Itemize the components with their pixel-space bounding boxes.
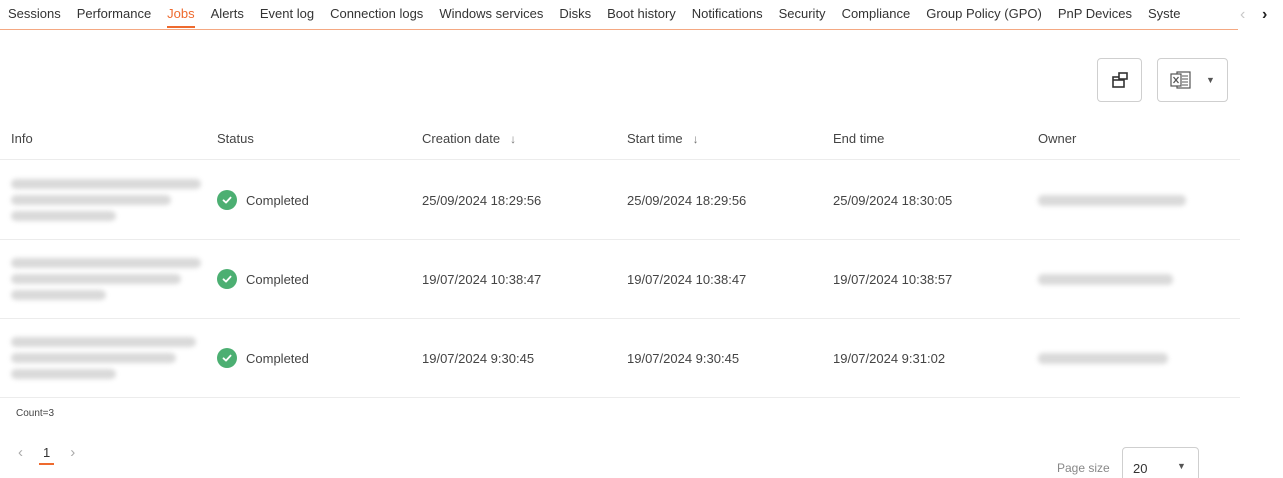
- tab-windows-services[interactable]: Windows services: [439, 6, 543, 28]
- pagination: ‹ 1 ›: [18, 444, 75, 465]
- column-header-label: End time: [833, 131, 885, 146]
- start-time-cell: 19/07/2024 10:38:47: [627, 240, 817, 318]
- start-time-text: 19/07/2024 10:38:47: [627, 271, 747, 287]
- end-time-text: 19/07/2024 9:31:02: [833, 350, 946, 366]
- column-header-start-time[interactable]: Start time ↓: [627, 118, 817, 159]
- redacted-info: [11, 179, 201, 221]
- redacted-text: [11, 274, 181, 284]
- column-header-info[interactable]: Info: [11, 118, 206, 159]
- tab-performance[interactable]: Performance: [77, 6, 151, 28]
- column-header-creation-date[interactable]: Creation date ↓: [422, 118, 612, 159]
- status-text: Completed: [246, 192, 309, 208]
- start-time-text: 19/07/2024 9:30:45: [627, 350, 740, 366]
- tab-notifications[interactable]: Notifications: [692, 6, 763, 28]
- sort-down-icon[interactable]: ↓: [510, 132, 516, 146]
- tab-security[interactable]: Security: [779, 6, 826, 28]
- end-time-cell: 19/07/2024 9:31:02: [833, 319, 1023, 397]
- status-text: Completed: [246, 271, 309, 287]
- redacted-text: [11, 337, 196, 347]
- table-header: Info Status Creation date ↓ Start time ↓…: [0, 118, 1240, 160]
- owner-cell: [1038, 161, 1228, 239]
- sort-down-icon[interactable]: ↓: [693, 132, 699, 146]
- table-row[interactable]: Completed 19/07/2024 9:30:45 19/07/2024 …: [0, 319, 1240, 398]
- external-window-icon: [1111, 72, 1128, 88]
- page-size-select[interactable]: 20 ▼: [1122, 447, 1199, 478]
- record-count: Count=3: [16, 408, 55, 419]
- column-header-label: Info: [11, 131, 33, 146]
- redacted-owner: [1038, 352, 1168, 364]
- status-text: Completed: [246, 350, 309, 366]
- column-header-status[interactable]: Status: [217, 118, 407, 159]
- page-size-value: 20: [1133, 461, 1148, 476]
- tab-event-log[interactable]: Event log: [260, 6, 314, 28]
- previous-page-icon[interactable]: ‹: [18, 444, 23, 461]
- check-circle-icon: [217, 269, 237, 289]
- tab-bar: Sessions Performance Jobs Alerts Event log Co…: [0, 0, 1238, 30]
- redacted-text: [11, 290, 106, 300]
- redacted-text: [11, 179, 201, 189]
- creation-date-text: 25/09/2024 18:29:56: [422, 192, 542, 208]
- column-header-label: Owner: [1038, 131, 1077, 146]
- redacted-owner: [1038, 194, 1186, 206]
- redacted-text: [11, 195, 171, 205]
- tab-list: Sessions Performance Jobs Alerts Event log Co…: [8, 6, 1197, 28]
- table-row[interactable]: Completed 25/09/2024 18:29:56 25/09/2024…: [0, 161, 1240, 240]
- page-size-label: Page size: [1057, 461, 1110, 475]
- start-time-text: 25/09/2024 18:29:56: [627, 192, 747, 208]
- tabs-scroll-right-icon[interactable]: ›: [1262, 7, 1267, 23]
- tab-alerts[interactable]: Alerts: [211, 6, 244, 28]
- redacted-info: [11, 337, 196, 379]
- end-time-cell: 25/09/2024 18:30:05: [833, 161, 1023, 239]
- check-circle-icon: [217, 190, 237, 210]
- page-number-current[interactable]: 1: [38, 445, 55, 465]
- redacted-text: [11, 353, 176, 363]
- chevron-down-icon: ▼: [1206, 75, 1215, 85]
- tab-sessions[interactable]: Sessions: [8, 6, 61, 28]
- creation-date-cell: 19/07/2024 9:30:45: [422, 319, 612, 397]
- redacted-info: [11, 258, 201, 300]
- export-excel-button[interactable]: ▼: [1157, 58, 1228, 102]
- owner-cell: [1038, 240, 1228, 318]
- creation-date-text: 19/07/2024 10:38:47: [422, 271, 542, 287]
- owner-cell: [1038, 319, 1228, 397]
- tab-compliance[interactable]: Compliance: [842, 6, 911, 28]
- column-header-label: Start time: [627, 131, 683, 146]
- check-circle-icon: [217, 348, 237, 368]
- tab-group-policy-gpo[interactable]: Group Policy (GPO): [926, 6, 1042, 28]
- info-cell: [11, 240, 206, 318]
- end-time-text: 25/09/2024 18:30:05: [833, 192, 953, 208]
- info-cell: [11, 319, 206, 397]
- tab-pnp-devices[interactable]: PnP Devices: [1058, 6, 1132, 28]
- status-cell: Completed: [217, 161, 407, 239]
- creation-date-cell: 25/09/2024 18:29:56: [422, 161, 612, 239]
- start-time-cell: 25/09/2024 18:29:56: [627, 161, 817, 239]
- status-cell: Completed: [217, 319, 407, 397]
- redacted-text: [11, 369, 116, 379]
- tab-disks[interactable]: Disks: [559, 6, 591, 28]
- tab-syste[interactable]: Syste: [1148, 6, 1181, 28]
- end-time-text: 19/07/2024 10:38:57: [833, 271, 953, 287]
- info-cell: [11, 161, 206, 239]
- creation-date-cell: 19/07/2024 10:38:47: [422, 240, 612, 318]
- column-header-owner[interactable]: Owner: [1038, 118, 1228, 159]
- next-page-icon[interactable]: ›: [70, 444, 75, 461]
- status-cell: Completed: [217, 240, 407, 318]
- start-time-cell: 19/07/2024 9:30:45: [627, 319, 817, 397]
- tab-jobs[interactable]: Jobs: [167, 6, 196, 28]
- end-time-cell: 19/07/2024 10:38:57: [833, 240, 1023, 318]
- chevron-down-icon: ▼: [1177, 461, 1186, 471]
- table-row[interactable]: Completed 19/07/2024 10:38:47 19/07/2024…: [0, 240, 1240, 319]
- excel-icon: [1170, 71, 1191, 89]
- tab-connection-logs[interactable]: Connection logs: [330, 6, 423, 28]
- tabs-scroll-left-icon[interactable]: ‹: [1240, 7, 1245, 23]
- column-header-label: Status: [217, 131, 254, 146]
- column-header-end-time[interactable]: End time: [833, 118, 1023, 159]
- redacted-owner: [1038, 273, 1173, 285]
- tab-boot-history[interactable]: Boot history: [607, 6, 676, 28]
- column-header-label: Creation date: [422, 131, 501, 146]
- redacted-text: [11, 258, 201, 268]
- creation-date-text: 19/07/2024 9:30:45: [422, 350, 535, 366]
- open-window-button[interactable]: [1097, 58, 1142, 102]
- redacted-text: [11, 211, 116, 221]
